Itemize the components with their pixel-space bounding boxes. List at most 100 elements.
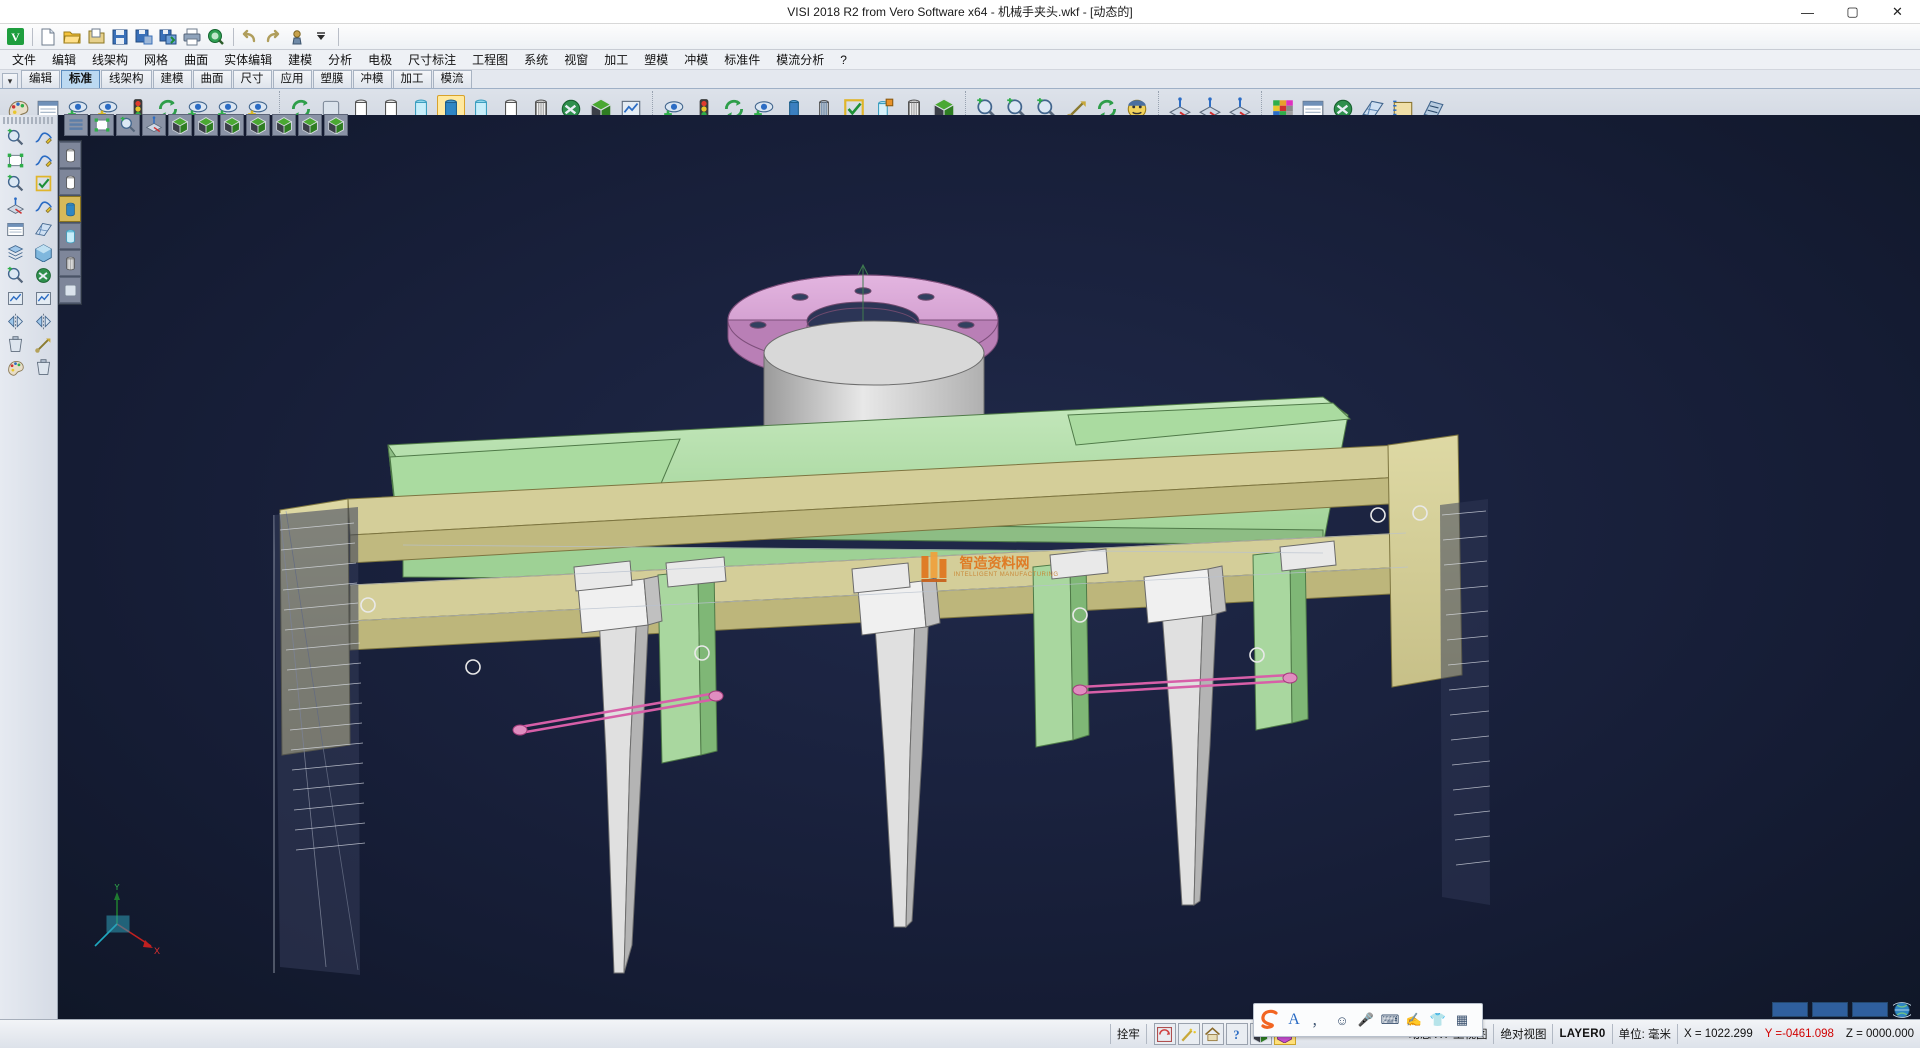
punctuation-icon[interactable]: ，: [1306, 1007, 1330, 1033]
active-layer-label[interactable]: LAYER0: [1553, 1022, 1611, 1046]
menu-item-3[interactable]: 网格: [136, 50, 176, 70]
config-icon[interactable]: [286, 26, 308, 48]
print-icon[interactable]: [181, 26, 203, 48]
confirm-check-icon[interactable]: [29, 172, 57, 195]
import-file-icon[interactable]: [85, 26, 107, 48]
ribbon-tab-8[interactable]: 冲模: [353, 70, 392, 88]
offset-icon[interactable]: [29, 333, 57, 356]
ribbon-tab-9[interactable]: 加工: [393, 70, 432, 88]
globe-icon[interactable]: [1891, 999, 1913, 1021]
shaded-display-icon[interactable]: [59, 196, 81, 222]
color-swatch-0[interactable]: [1772, 1002, 1808, 1017]
view-zoom-icon[interactable]: [116, 114, 140, 136]
redo-icon[interactable]: [262, 26, 284, 48]
workplane-icon[interactable]: [1, 195, 29, 218]
measure-icon[interactable]: [1, 264, 29, 287]
ribbon-tab-10[interactable]: 模流: [433, 70, 472, 88]
draw-edit-icon[interactable]: [29, 126, 57, 149]
transparent-display-icon[interactable]: [59, 223, 81, 249]
ribbon-tab-6[interactable]: 应用: [273, 70, 312, 88]
cad-viewport[interactable]: 智造资料网 INTELLIGENT MANUFACTURING Y X: [58, 115, 1920, 1019]
ribbon-tab-1[interactable]: 标准: [61, 70, 100, 88]
preview-icon[interactable]: [205, 26, 227, 48]
menu-item-1[interactable]: 编辑: [44, 50, 84, 70]
menu-item-16[interactable]: 标准件: [716, 50, 768, 70]
view-left-icon[interactable]: [298, 114, 322, 136]
mesh-display-icon[interactable]: [59, 250, 81, 276]
help-snap-icon[interactable]: ?: [1226, 1023, 1248, 1045]
view-shaded-icon[interactable]: [324, 114, 348, 136]
left-panel-grip[interactable]: [3, 117, 54, 124]
ribbon-tab-5[interactable]: 尺寸: [233, 70, 272, 88]
ribbon-tab-4[interactable]: 曲面: [193, 70, 232, 88]
save-as-icon[interactable]: [133, 26, 155, 48]
spline-edit-icon[interactable]: [29, 195, 57, 218]
sogou-logo-icon[interactable]: [1258, 1007, 1282, 1033]
menu-item-18[interactable]: ?: [832, 50, 855, 70]
curve-edit-icon[interactable]: [29, 149, 57, 172]
maximize-button[interactable]: ▢: [1830, 0, 1875, 24]
color-tool-icon[interactable]: [1, 356, 29, 379]
trim-icon[interactable]: [1, 333, 29, 356]
analysis-icon[interactable]: [1, 287, 29, 310]
blank-tool-icon[interactable]: [29, 287, 57, 310]
grid-plane-icon[interactable]: [29, 218, 57, 241]
zoom-tool-icon[interactable]: [1, 126, 29, 149]
menu-item-2[interactable]: 线架构: [84, 50, 136, 70]
delete-icon[interactable]: [29, 356, 57, 379]
menu-item-10[interactable]: 工程图: [464, 50, 516, 70]
emoji-icon[interactable]: ☺: [1330, 1007, 1354, 1033]
open-file-icon[interactable]: [61, 26, 83, 48]
doc-display-icon[interactable]: [59, 277, 81, 303]
handwriting-icon[interactable]: ✍: [1402, 1007, 1426, 1033]
layers-icon[interactable]: [1, 218, 29, 241]
hidden-display-icon[interactable]: [59, 169, 81, 195]
menu-item-17[interactable]: 模流分析: [768, 50, 832, 70]
menu-item-9[interactable]: 尺寸标注: [400, 50, 464, 70]
reset-snap-icon[interactable]: [1154, 1023, 1176, 1045]
home-snap-icon[interactable]: [1202, 1023, 1224, 1045]
mirror-icon[interactable]: [29, 310, 57, 333]
section-tool-icon[interactable]: [29, 264, 57, 287]
color-swatch-1[interactable]: [1812, 1002, 1848, 1017]
new-file-icon[interactable]: [37, 26, 59, 48]
absolute-view-label[interactable]: 绝对视图: [1494, 1022, 1552, 1046]
menu-item-5[interactable]: 实体编辑: [216, 50, 280, 70]
input-mode-icon[interactable]: A: [1282, 1007, 1306, 1033]
soft-keyboard-icon[interactable]: ⌨: [1378, 1007, 1402, 1033]
wire-display-icon[interactable]: [59, 142, 81, 168]
minimize-button[interactable]: —: [1785, 0, 1830, 24]
view-front-icon[interactable]: [194, 114, 218, 136]
close-button[interactable]: ✕: [1875, 0, 1920, 24]
skin-icon[interactable]: 👕: [1426, 1007, 1450, 1033]
save-icon[interactable]: [109, 26, 131, 48]
menu-item-15[interactable]: 冲模: [676, 50, 716, 70]
view-back-icon[interactable]: [272, 114, 296, 136]
menu-item-13[interactable]: 加工: [596, 50, 636, 70]
save-all-icon[interactable]: [157, 26, 179, 48]
view-axis-icon[interactable]: [142, 114, 166, 136]
magic-wand-icon[interactable]: [1178, 1023, 1200, 1045]
ribbon-tab-2[interactable]: 线架构: [101, 70, 152, 88]
ribbon-collapse-caret[interactable]: ▾: [2, 73, 18, 88]
ribbon-tab-0[interactable]: 编辑: [21, 70, 60, 88]
ribbon-tab-3[interactable]: 建模: [153, 70, 192, 88]
customize-dropdown-icon[interactable]: [310, 26, 332, 48]
zoom-select-icon[interactable]: [1, 172, 29, 195]
toolbox-icon[interactable]: ▦: [1450, 1007, 1474, 1033]
select-window-icon[interactable]: [1, 149, 29, 172]
menu-item-0[interactable]: 文件: [4, 50, 44, 70]
menu-item-7[interactable]: 分析: [320, 50, 360, 70]
view-top-icon[interactable]: [168, 114, 192, 136]
menu-item-8[interactable]: 电极: [360, 50, 400, 70]
undo-icon[interactable]: [238, 26, 260, 48]
view-iso-icon[interactable]: [246, 114, 270, 136]
menu-item-6[interactable]: 建模: [280, 50, 320, 70]
view-window-icon[interactable]: [90, 114, 114, 136]
menu-item-4[interactable]: 曲面: [176, 50, 216, 70]
menu-item-12[interactable]: 视窗: [556, 50, 596, 70]
menu-item-14[interactable]: 塑模: [636, 50, 676, 70]
attribute-icon[interactable]: [1, 241, 29, 264]
view-list-icon[interactable]: [64, 114, 88, 136]
shade-tool-icon[interactable]: [29, 241, 57, 264]
